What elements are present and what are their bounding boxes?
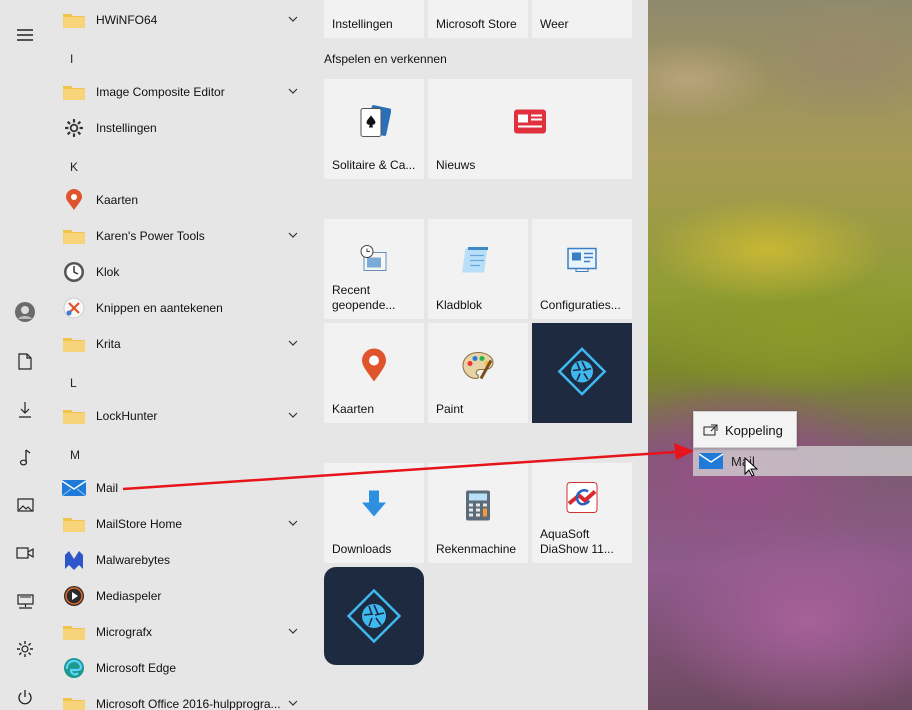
annotation-arrow <box>122 443 694 491</box>
